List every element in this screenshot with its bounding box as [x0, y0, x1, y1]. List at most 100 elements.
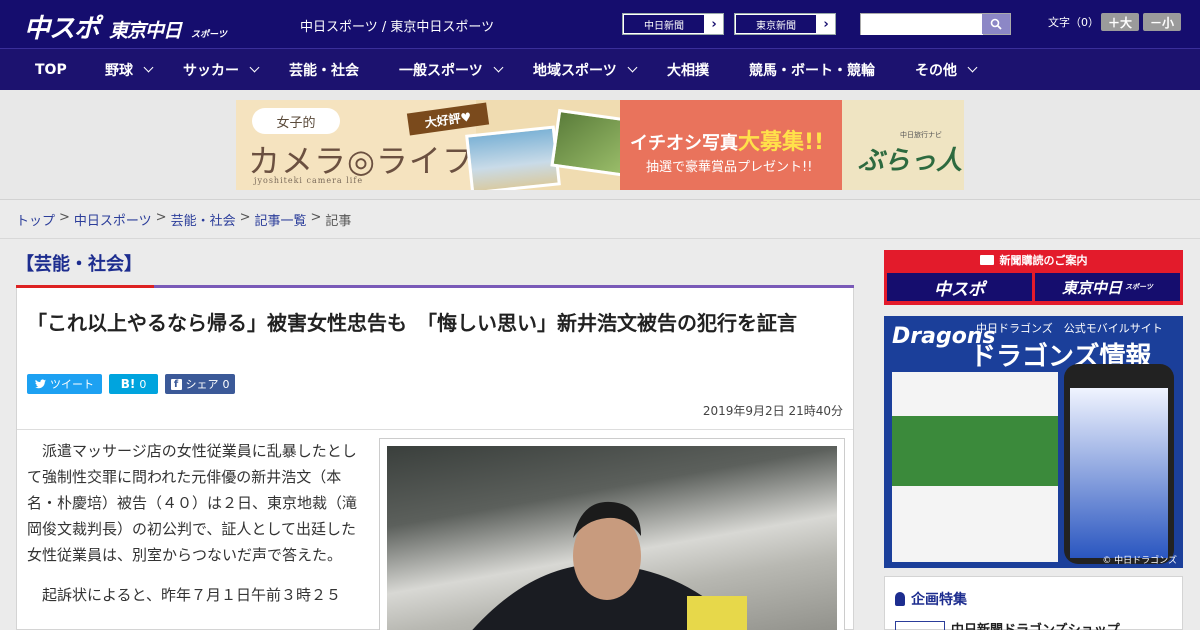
facebook-icon: f — [170, 378, 182, 390]
ext-link-label: 中日新聞 — [623, 14, 705, 34]
twitter-icon — [35, 379, 46, 389]
dragons-tagline: 中日ドラゴンズ 公式モバイルサイト — [976, 322, 1163, 335]
main-nav: TOP 野球 サッカー 芸能・社会 一般スポーツ 地域スポーツ 大相撲 競馬・ボ… — [0, 48, 1200, 90]
banner-brand: ぶらっ人 — [858, 146, 963, 176]
article-photo-figure — [472, 501, 747, 630]
font-smaller-button[interactable]: －小 — [1143, 13, 1181, 31]
banner-pill: 女子的 — [252, 108, 340, 134]
breadcrumb-chunichi-sports[interactable]: 中日スポーツ — [74, 210, 152, 229]
tokyo-shimbun-link[interactable]: 東京新聞 › — [734, 13, 836, 35]
banner-area: 女子的 カメラ◎ライフ jyoshiteki camera life 大好評♥ … — [0, 90, 1200, 200]
breadcrumb-current: 記事 — [325, 214, 352, 229]
nav-item-label: 芸能・社会 — [289, 62, 359, 79]
logo-chunichi-sports: 中スポ — [24, 14, 100, 44]
article-photo[interactable] — [379, 438, 845, 630]
tweet-label: ツイート — [50, 378, 94, 391]
breadcrumb-entertainment[interactable]: 芸能・社会 — [171, 210, 236, 229]
banner-line2: 抽選で豪華賞品プレゼント!! — [646, 160, 813, 175]
special-features-header: 企画特集 — [895, 589, 967, 609]
logo-sports-small: スポーツ — [191, 30, 227, 40]
article: 「これ以上やるなら帰る」被害女性忠告も 「悔しい思い」新井浩文被告の犯行を証言 … — [16, 288, 854, 630]
subscription-header: 新聞購読のご案内 — [884, 250, 1183, 270]
banner-navi: 中日旅行ナビ — [900, 131, 942, 139]
breadcrumb-separator: > — [239, 210, 251, 225]
font-bigger-button[interactable]: ＋大 — [1101, 13, 1139, 31]
camera-life-banner[interactable]: 女子的 カメラ◎ライフ jyoshiteki camera life 大好評♥ … — [236, 100, 964, 190]
chevron-down-icon — [967, 62, 978, 73]
article-body: 派遣マッサージ店の女性従業員に乱暴したとして強制性交罪に問われた元俳優の新井浩文… — [27, 438, 367, 622]
article-divider — [17, 429, 853, 430]
article-headline: 「これ以上やるなら帰る」被害女性忠告も 「悔しい思い」新井浩文被告の犯行を証言 — [27, 311, 797, 335]
subscription-header-label: 新聞購読のご案内 — [999, 254, 1088, 267]
banner-subtitle: jyoshiteki camera life — [254, 176, 364, 185]
nav-item-label: TOP — [35, 61, 67, 78]
subscribe-chunichi-sports[interactable]: 中スポ — [887, 273, 1032, 301]
chevron-down-icon — [627, 62, 638, 73]
subscription-box[interactable]: 新聞購読のご案内 中スポ 東京中日 スポーツ — [884, 250, 1183, 305]
article-paragraph: 派遣マッサージ店の女性従業員に乱暴したとして強制性交罪に問われた元俳優の新井浩文… — [27, 442, 358, 564]
nav-item-label: その他 — [915, 62, 957, 79]
hatena-icon: B! — [120, 377, 136, 391]
facebook-share-button[interactable]: f シェア 0 — [165, 374, 235, 394]
special-features-label: 企画特集 — [911, 592, 967, 608]
subscribe-tokyo-chunichi[interactable]: 東京中日 スポーツ — [1035, 273, 1180, 301]
search-input[interactable] — [861, 15, 983, 35]
facebook-label: シェア — [185, 378, 219, 391]
dragons-field-graphic — [892, 416, 1058, 486]
ext-link-label: 東京新聞 — [735, 14, 817, 34]
dragons-phone-graphic — [1064, 364, 1174, 564]
subscribe-right-label: 東京中日 — [1062, 278, 1123, 297]
site-logo[interactable]: 中スポ 東京中日 スポーツ — [24, 8, 227, 45]
font-size-label: 文字（0） — [1048, 16, 1099, 29]
hatena-bookmark-button[interactable]: B! 0 — [109, 374, 158, 394]
search-button[interactable] — [982, 14, 1010, 34]
nav-item-racing[interactable]: 競馬・ボート・競輪 — [749, 49, 875, 90]
nav-item-label: 大相撲 — [667, 62, 709, 79]
nav-item-label: 競馬・ボート・競輪 — [749, 62, 875, 79]
nav-item-label: サッカー — [183, 62, 239, 79]
nav-item-entertainment[interactable]: 芸能・社会 — [289, 49, 359, 90]
subscribe-right-small: スポーツ — [1125, 283, 1153, 291]
facebook-count: 0 — [222, 377, 230, 391]
breadcrumb-separator: > — [310, 210, 322, 225]
nav-item-label: 野球 — [105, 62, 133, 79]
newspaper-icon — [979, 255, 994, 265]
category-heading: 【芸能・社会】 — [16, 254, 142, 275]
chevron-right-icon: › — [711, 16, 717, 32]
article-date: 2019年9月2日 21時40分 — [702, 404, 843, 418]
special-item-link[interactable]: 中日新聞ドラゴンズショップ — [951, 619, 1120, 630]
chevron-down-icon — [493, 62, 504, 73]
nav-item-other[interactable]: その他 — [915, 49, 978, 90]
special-features-box: 企画特集 中日新聞ドラゴンズショップ — [884, 576, 1183, 630]
nav-item-top[interactable]: TOP — [35, 49, 67, 90]
banner-photo-seagulls — [465, 125, 561, 190]
dragons-copyright: © 中日ドラゴンズ — [1102, 556, 1177, 566]
special-item-thumbnail[interactable] — [895, 621, 945, 630]
nav-item-label: 一般スポーツ — [399, 62, 483, 79]
banner-headline-pre: イチオシ写真 — [630, 133, 738, 154]
site-header: 中スポ 東京中日 スポーツ 中日スポーツ / 東京中日スポーツ 中日新聞 › 東… — [0, 0, 1200, 48]
chunichi-shimbun-link[interactable]: 中日新聞 › — [622, 13, 724, 35]
site-name: 中日スポーツ / 東京中日スポーツ — [300, 20, 495, 35]
breadcrumb: トップ > 中日スポーツ > 芸能・社会 > 記事一覧 > 記事 — [16, 210, 351, 229]
article-paragraph: 起訴状によると、昨年７月１日午前３時２５ — [42, 586, 341, 604]
hatena-count: 0 — [139, 377, 147, 391]
tweet-button[interactable]: ツイート — [27, 374, 102, 394]
dragons-mobile-ad[interactable]: Dragons 中日ドラゴンズ 公式モバイルサイト ドラゴンズ情報 © 中日ドラ… — [884, 316, 1183, 568]
breadcrumb-top[interactable]: トップ — [16, 210, 55, 229]
dragons-phone-screen — [1070, 388, 1168, 558]
nav-item-label: 地域スポーツ — [533, 62, 617, 79]
article-photo-image — [387, 446, 837, 630]
logo-tokyo-chunichi: 東京中日 — [109, 20, 182, 42]
search-icon — [990, 18, 1002, 30]
nav-item-soccer[interactable]: サッカー — [183, 49, 260, 90]
nav-item-baseball[interactable]: 野球 — [105, 49, 154, 90]
breadcrumb-article-list[interactable]: 記事一覧 — [255, 210, 307, 229]
nav-item-local-sports[interactable]: 地域スポーツ — [533, 49, 638, 90]
nav-item-sumo[interactable]: 大相撲 — [667, 49, 709, 90]
breadcrumb-separator: > — [155, 210, 167, 225]
banner-headline: イチオシ写真大募集!! — [630, 124, 824, 156]
nav-item-general-sports[interactable]: 一般スポーツ — [399, 49, 504, 90]
chevron-down-icon — [143, 62, 154, 73]
chevron-down-icon — [249, 62, 260, 73]
